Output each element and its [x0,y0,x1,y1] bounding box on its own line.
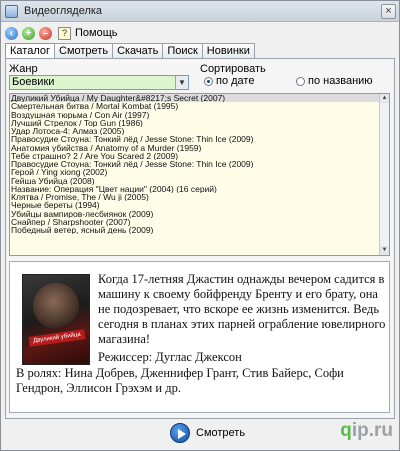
movie-poster: Двуликий убийца [22,274,90,365]
app-window: Видеогляделка × ‹ + – ? Помощь Каталог С… [0,0,400,451]
title-bar: Видеогляделка × [1,1,399,22]
add-button[interactable]: + [22,26,35,40]
sort-by-date-label: по дате [216,75,255,87]
arrow-left-icon: ‹ [9,27,14,39]
tab-new[interactable]: Новинки [201,43,255,59]
list-item[interactable]: Анатомия убийства / Anatomy of a Murder … [10,144,389,152]
radio-selected-icon [204,76,213,86]
list-item[interactable]: Снайпер / Sharpshooter (2007) [10,218,389,226]
site-watermark: qip.ru [340,420,393,441]
genre-select[interactable]: Боевики ▼ [9,75,189,90]
scroll-down-icon[interactable]: ▼ [380,246,389,255]
close-button[interactable]: × [381,4,396,19]
movie-details: Двуликий убийца Когда 17-летняя Джастин … [9,261,390,413]
list-scrollbar[interactable]: ▲ ▼ [379,94,389,255]
list-item[interactable]: Смертельная битва / Mortal Kombat (1995) [10,102,389,110]
list-item[interactable]: Гейша Убийца (2008) [10,177,389,185]
toolbar: ‹ + – ? Помощь [3,24,118,42]
play-icon [170,423,190,443]
help-button[interactable]: Помощь [75,27,118,39]
app-icon [5,4,18,18]
plus-icon: + [25,27,32,39]
list-item[interactable]: Название: Операция "Цвет нации" (2004) (… [10,185,389,193]
list-item[interactable]: Двуликий Убийца / My Daughter&#8217;s Se… [10,94,389,103]
chevron-down-icon[interactable]: ▼ [175,76,188,89]
tab-search[interactable]: Поиск [162,43,203,59]
sort-by-name-label: по названию [308,75,373,87]
delete-button[interactable]: – [39,26,52,40]
tab-bar: Каталог Смотреть Скачать Поиск Новинки [5,43,255,60]
movie-description: Когда 17-летняя Джастин однажды вечером … [98,272,386,346]
list-item[interactable]: Черные береты (1994) [10,201,389,209]
list-item[interactable]: Убийцы вампиров-лесбиянок (2009) [10,210,389,218]
window-title: Видеогляделка [24,5,103,17]
list-item[interactable]: Правосудие Стоуна: Тонкий лёд / Jesse St… [10,160,389,168]
sort-by-date-radio[interactable]: по дате [204,75,254,87]
watch-button[interactable]: Смотреть [170,422,245,444]
movie-director: Режиссер: Дуглас Джексон [98,350,242,364]
tab-watch[interactable]: Смотреть [54,43,114,59]
list-item[interactable]: Победный ветер, ясный день (2009) [10,226,389,234]
poster-title: Двуликий убийца [32,331,82,345]
list-item[interactable]: Клятва / Promise, The / Wu ji (2005) [10,193,389,201]
genre-label: Жанр [9,63,38,75]
list-item[interactable]: Воздушная тюрьма / Con Air (1997) [10,111,389,119]
list-item[interactable]: Лучший Стрелок / Top Gun (1986) [10,119,389,127]
minus-icon: – [42,27,49,39]
tab-download[interactable]: Скачать [112,43,164,59]
movie-list[interactable]: Двуликий Убийца / My Daughter&#8217;s Se… [9,93,390,256]
back-button[interactable]: ‹ [5,26,18,40]
sort-group: Сортировать по дате по названию [198,63,393,90]
watch-label: Смотреть [196,427,246,439]
list-item[interactable]: Правосудие Стоуна: Тонкий лёд / Jesse St… [10,135,389,143]
list-item[interactable]: Удар Лотоса-4: Алмаз (2005) [10,127,389,135]
sort-label: Сортировать [200,63,266,75]
scroll-up-icon[interactable]: ▲ [380,94,389,103]
movie-cast: В ролях: Нина Добрев, Дженнифер Грант, С… [16,366,344,395]
radio-icon [296,76,305,86]
help-icon[interactable]: ? [58,26,71,40]
genre-value: Боевики [12,76,55,88]
list-item[interactable]: Герой / Ying xiong (2002) [10,168,389,176]
list-item[interactable]: Тебе страшно? 2 / Are You Scared 2 (2009… [10,152,389,160]
sort-by-name-radio[interactable]: по названию [296,75,373,87]
